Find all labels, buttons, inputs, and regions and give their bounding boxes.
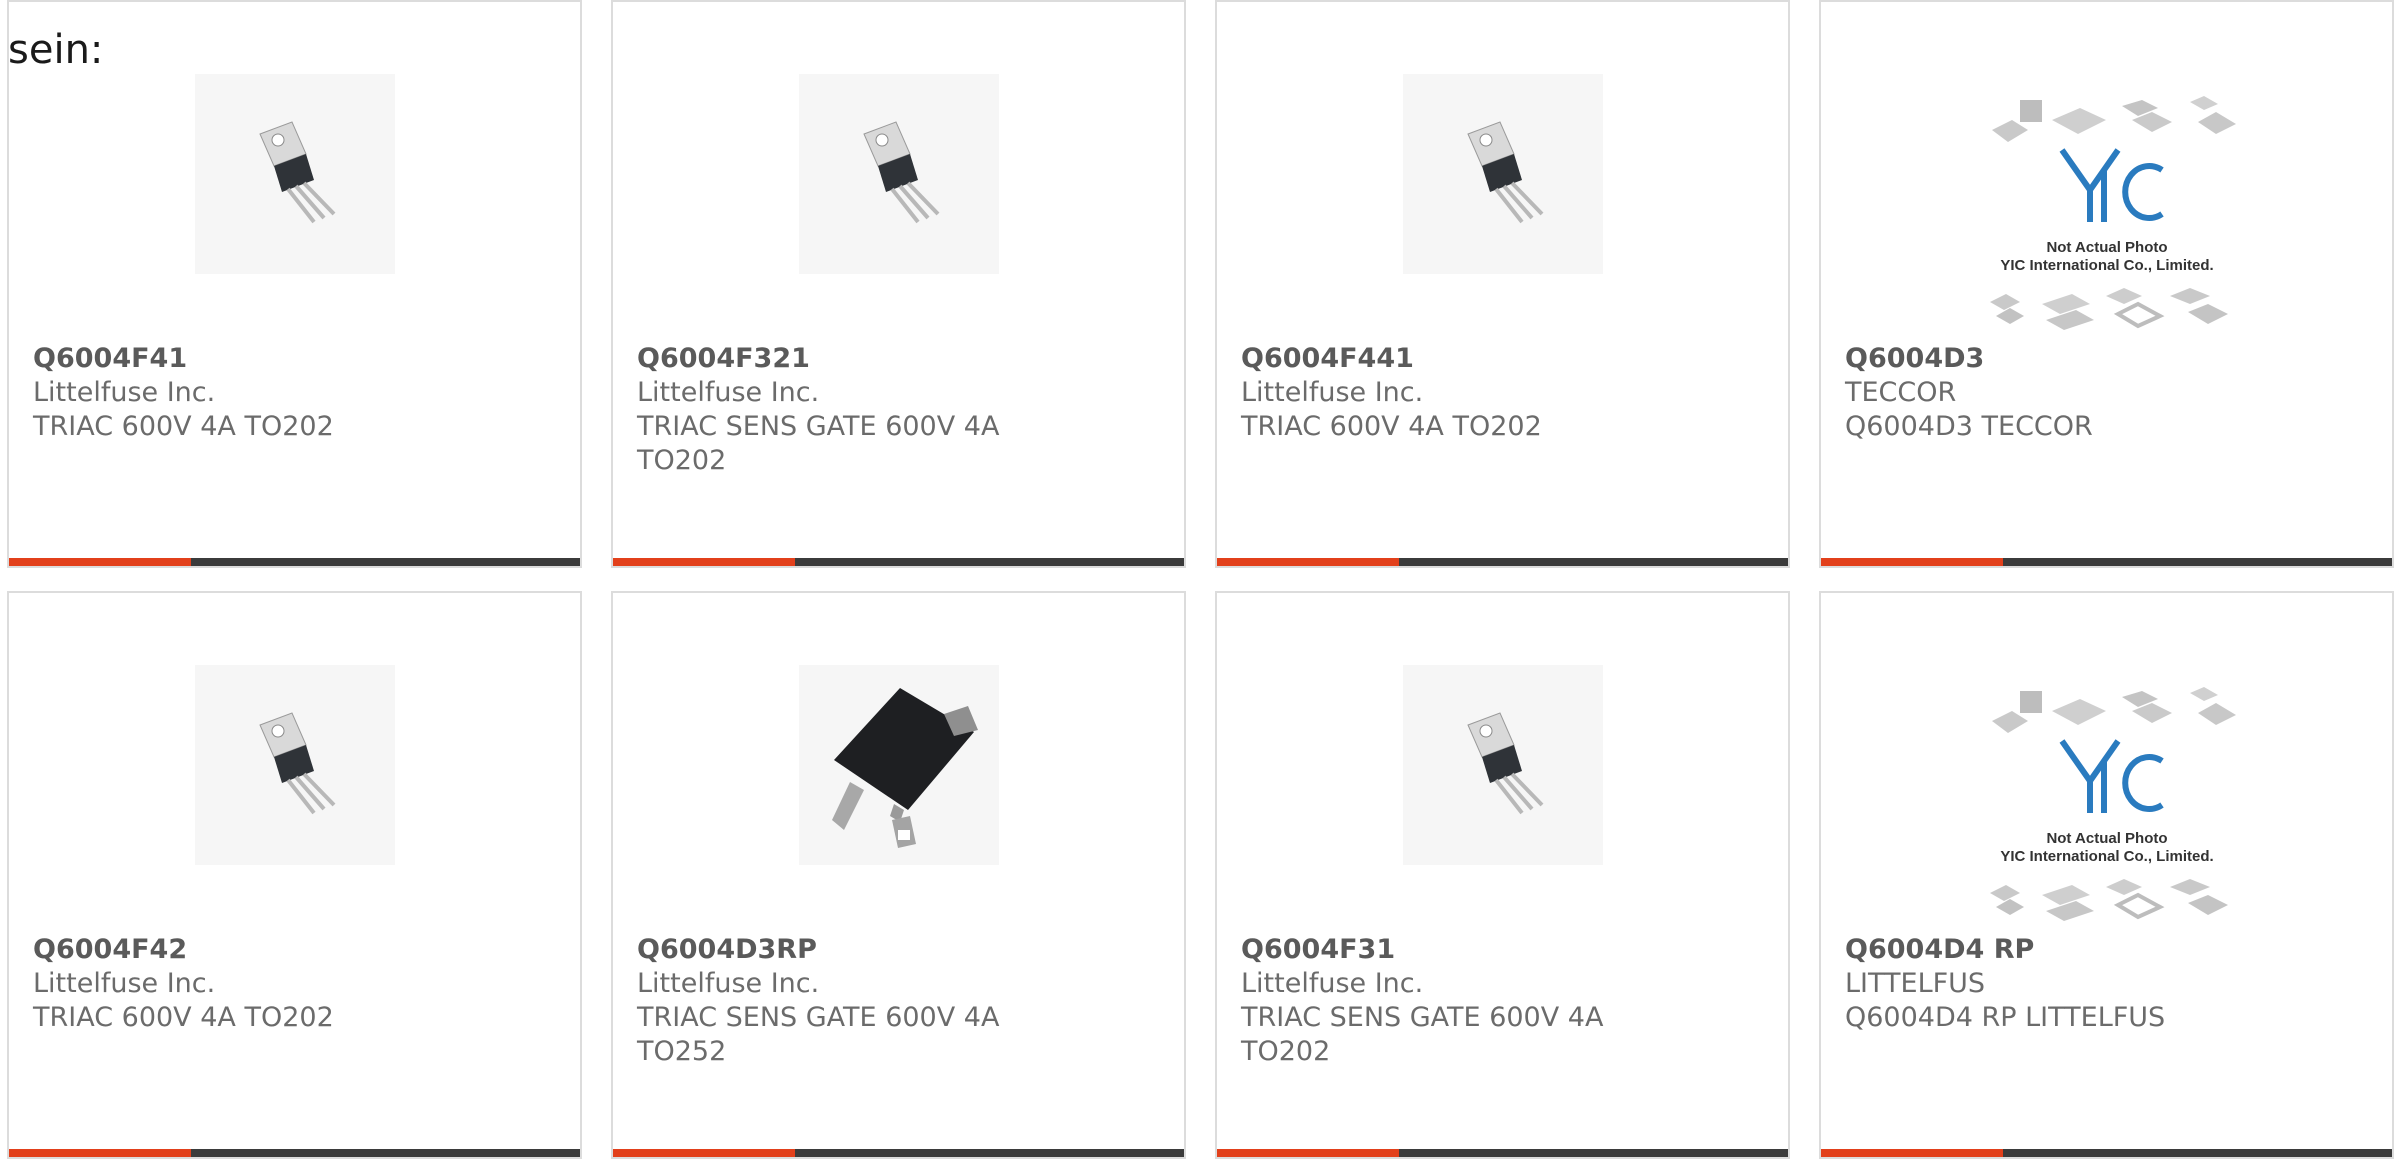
part-number[interactable]: Q6004F42: [33, 933, 493, 967]
card-bar-accent: [1217, 558, 1399, 566]
description: Q6004D3 TECCOR: [1845, 411, 2093, 442]
card-bar: [1821, 1149, 2392, 1157]
card-bar: [613, 558, 1184, 566]
description: TRIAC 600V 4A TO202: [1241, 411, 1542, 442]
manufacturer: LITTELFUS: [1845, 968, 1986, 999]
not-actual-photo-image: Not Actual Photo YIC International Co., …: [1972, 90, 2242, 340]
part-number[interactable]: Q6004D3: [1845, 342, 2305, 376]
product-card[interactable]: Not Actual Photo YIC International Co., …: [1819, 591, 2394, 1159]
part-number[interactable]: Q6004F31: [1241, 933, 1701, 967]
section-heading: sein:: [8, 27, 104, 73]
product-card[interactable]: Q6004F42 Littelfuse Inc. TRIAC 600V 4A T…: [7, 591, 582, 1159]
product-card[interactable]: Q6004F31 Littelfuse Inc. TRIAC SENS GATE…: [1215, 591, 1790, 1159]
manufacturer: Littelfuse Inc.: [33, 968, 216, 999]
card-bar: [613, 1149, 1184, 1157]
description: TRIAC 600V 4A TO202: [33, 1002, 334, 1033]
part-number[interactable]: Q6004F321: [637, 342, 1097, 376]
description: TRIAC SENS GATE 600V 4A TO202: [1241, 1002, 1604, 1067]
card-bar-accent: [1217, 1149, 1399, 1157]
to202-transistor-image: [194, 665, 395, 865]
card-bar: [1217, 558, 1788, 566]
product-card[interactable]: Q6004D3RP Littelfuse Inc. TRIAC SENS GAT…: [611, 591, 1186, 1159]
not-actual-photo-image: Not Actual Photo YIC International Co., …: [1972, 681, 2242, 931]
description: TRIAC 600V 4A TO202: [33, 411, 334, 442]
part-number[interactable]: Q6004F41: [33, 342, 493, 376]
card-bar: [9, 558, 580, 566]
product-card[interactable]: Q6004F321 Littelfuse Inc. TRIAC SENS GAT…: [611, 0, 1186, 568]
card-bar: [1217, 1149, 1788, 1157]
watermark-line-1: Not Actual Photo: [2046, 239, 2167, 256]
product-grid: Q6004F41 Littelfuse Inc. TRIAC 600V 4A T…: [0, 0, 2400, 1159]
card-bar-accent: [1821, 558, 2003, 566]
to202-transistor-image: [194, 74, 395, 274]
product-card[interactable]: Q6004F441 Littelfuse Inc. TRIAC 600V 4A …: [1215, 0, 1790, 568]
card-bar-accent: [613, 558, 795, 566]
card-bar-accent: [1821, 1149, 2003, 1157]
manufacturer: TECCOR: [1845, 377, 1957, 408]
part-number[interactable]: Q6004F441: [1241, 342, 1701, 376]
manufacturer: Littelfuse Inc.: [1241, 377, 1424, 408]
manufacturer: Littelfuse Inc.: [637, 377, 820, 408]
watermark-line-1: Not Actual Photo: [2046, 830, 2167, 847]
to202-transistor-image: [1402, 665, 1603, 865]
product-card[interactable]: Q6004F41 Littelfuse Inc. TRIAC 600V 4A T…: [7, 0, 582, 568]
card-bar-accent: [613, 1149, 795, 1157]
part-number[interactable]: Q6004D3RP: [637, 933, 1097, 967]
product-card[interactable]: Not Actual Photo YIC International Co., …: [1819, 0, 2394, 568]
card-bar: [9, 1149, 580, 1157]
part-number[interactable]: Q6004D4 RP: [1845, 933, 2305, 967]
manufacturer: Littelfuse Inc.: [637, 968, 820, 999]
card-bar-accent: [9, 558, 191, 566]
manufacturer: Littelfuse Inc.: [1241, 968, 1424, 999]
description: TRIAC SENS GATE 600V 4A TO202: [637, 411, 1000, 476]
to252-package-image: [798, 665, 999, 865]
watermark-line-2: YIC International Co., Limited.: [2000, 848, 2213, 865]
to202-transistor-image: [798, 74, 999, 274]
card-bar-accent: [9, 1149, 191, 1157]
description: Q6004D4 RP LITTELFUS: [1845, 1002, 2166, 1033]
card-bar: [1821, 558, 2392, 566]
to202-transistor-image: [1402, 74, 1603, 274]
watermark-line-2: YIC International Co., Limited.: [2000, 257, 2213, 274]
description: TRIAC SENS GATE 600V 4A TO252: [637, 1002, 1000, 1067]
manufacturer: Littelfuse Inc.: [33, 377, 216, 408]
